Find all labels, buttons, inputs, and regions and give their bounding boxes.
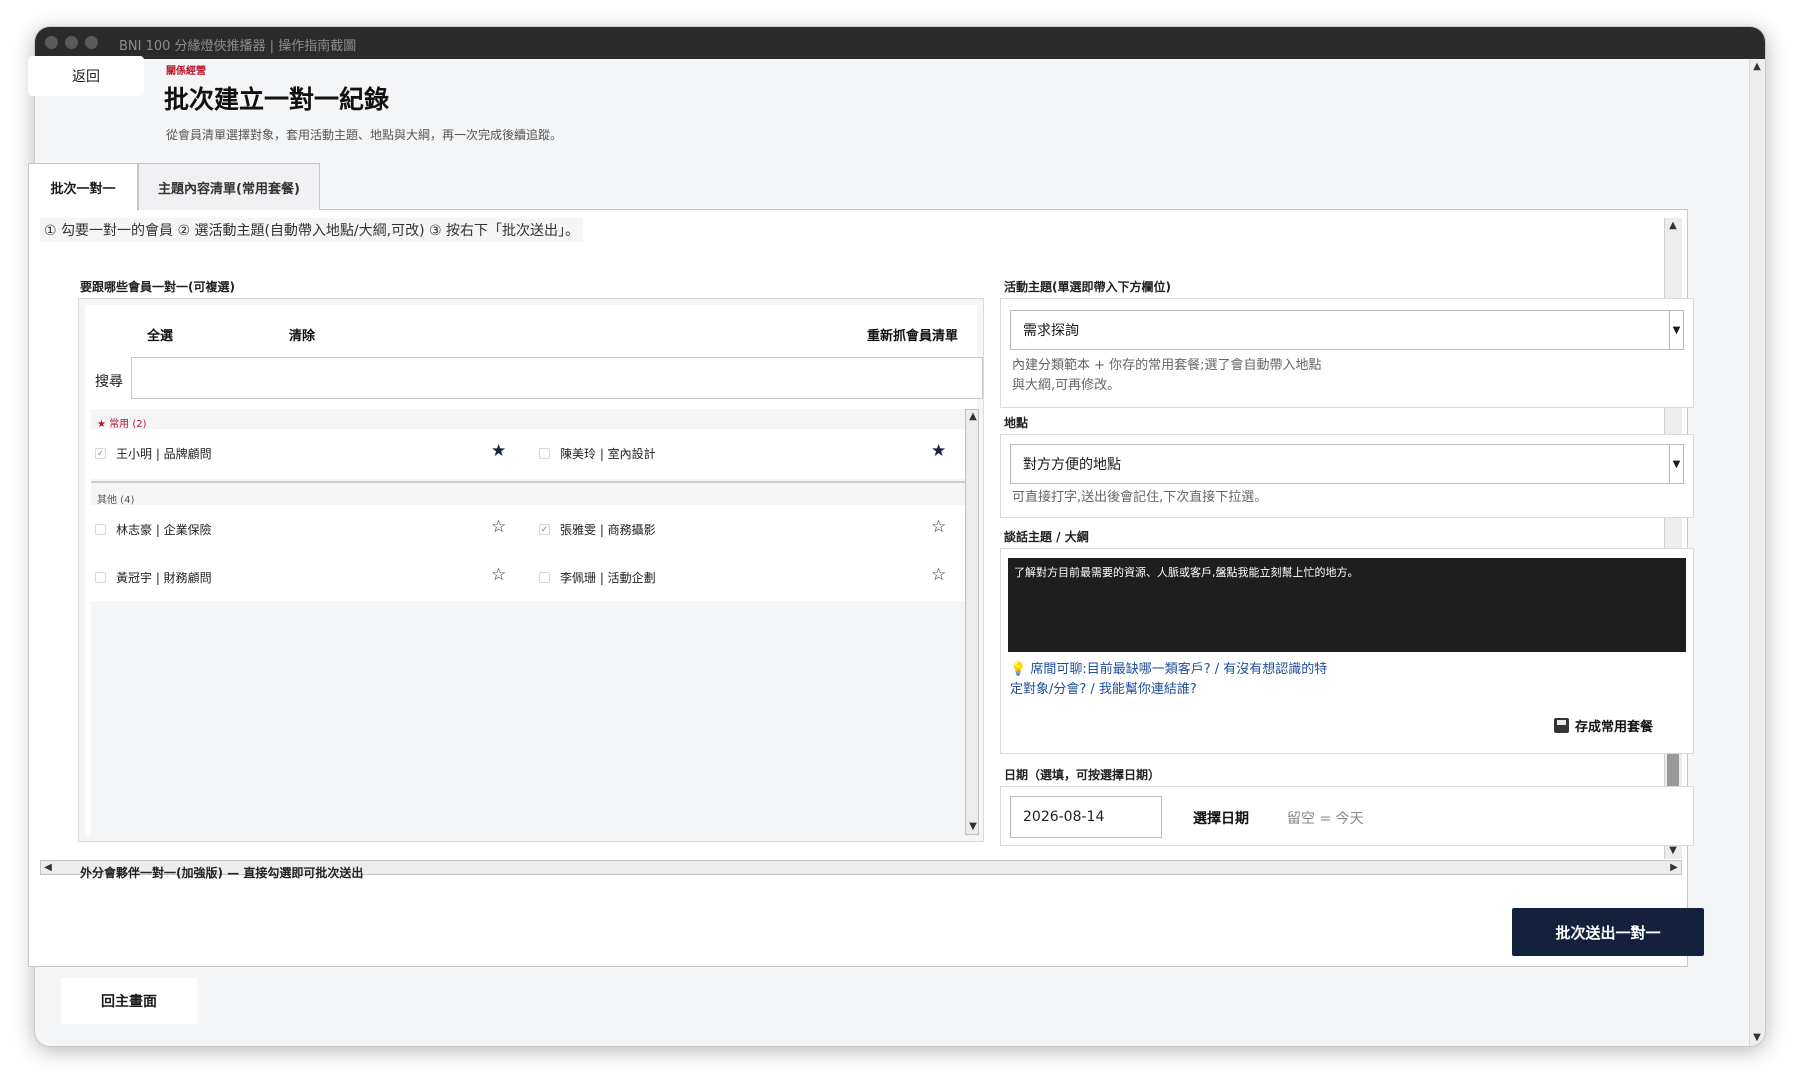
members-panel: 全選 清除 重新抓會員清單 搜尋 ★ 常用 (2) ✓ 王小明 | 品牌顧問 ★… [85, 305, 983, 835]
window-title: BNI 100 分緣燈俠推播器 | 操作指南截圖 [119, 39, 357, 54]
chevron-down-icon[interactable]: ▼ [1669, 311, 1683, 349]
scroll-down-icon[interactable]: ▼ [966, 821, 980, 833]
topic-section-label: 活動主題(單選即帶入下方欄位) [1004, 280, 1171, 294]
member-name: 黃冠宇 | 財務顧問 [116, 571, 212, 585]
topic-select[interactable]: 需求探詢 ▼ [1010, 310, 1684, 350]
outline-textarea[interactable]: 了解對方目前最需要的資源、人脈或客戶,盤點我能立刻幫上忙的地方。 [1008, 558, 1686, 652]
checkbox[interactable]: ✓ [539, 524, 550, 535]
outer-partners-label: 外分會夥伴一對一(加強版) — 直接勾選即可批次送出 [80, 866, 364, 880]
list-item[interactable]: 陳美玲 | 室內設計 [539, 445, 656, 462]
location-selected-value: 對方方便的地點 [1023, 457, 1121, 473]
home-button[interactable]: 回主畫面 [61, 978, 197, 1024]
others-rows: 林志豪 | 企業保險 ☆ ✓ 張雅雯 | 商務攝影 ☆ 黃冠宇 | 財務顧問 ☆… [91, 505, 969, 601]
star-filled-icon[interactable]: ★ [931, 441, 946, 461]
checkbox[interactable]: ✓ [95, 448, 106, 459]
checkbox[interactable] [95, 572, 106, 583]
scroll-up-icon[interactable]: ▲ [1750, 61, 1764, 73]
topic-hint: 內建分類範本 + 你存的常用套餐;選了會自動帶入地點與大綱,可再修改。 [1012, 358, 1322, 393]
date-input[interactable]: 2026-08-14 [1010, 796, 1162, 838]
list-item[interactable]: 黃冠宇 | 財務顧問 [95, 569, 212, 586]
search-label: 搜尋 [95, 374, 123, 390]
star-empty-icon[interactable]: ☆ [491, 517, 506, 537]
outline-section-label: 談話主題 / 大綱 [1004, 530, 1089, 544]
page-title: 批次建立一對一紀錄 [164, 85, 390, 114]
members-box: 全選 清除 重新抓會員清單 搜尋 ★ 常用 (2) ✓ 王小明 | 品牌顧問 ★… [78, 298, 984, 842]
save-combo-label: 存成常用套餐 [1575, 720, 1654, 735]
scroll-left-icon[interactable]: ◀ [41, 862, 55, 874]
tab-batch-one-on-one[interactable]: 批次一對一 [28, 163, 138, 211]
scroll-up-icon[interactable]: ▲ [1666, 220, 1680, 232]
scroll-right-icon[interactable]: ▶ [1667, 862, 1681, 874]
member-list: ★ 常用 (2) ✓ 王小明 | 品牌顧問 ★ 陳美玲 | 室內設計 ★ 其他 … [91, 409, 977, 835]
star-empty-icon[interactable]: ☆ [931, 565, 946, 585]
location-select[interactable]: 對方方便的地點 ▼ [1010, 444, 1684, 484]
back-button[interactable]: 返回 [28, 56, 144, 96]
checkbox[interactable] [539, 448, 550, 459]
talking-points-tip: 💡 席間可聊:目前最缺哪一類客戶? / 有沒有想認識的特定對象/分會? / 我能… [1010, 662, 1328, 697]
member-name: 林志豪 | 企業保險 [116, 523, 212, 537]
members-section-label: 要跟哪些會員一對一(可複選) [80, 280, 235, 294]
refresh-members-button[interactable]: 重新抓會員清單 [867, 325, 958, 344]
instructions: ① 勾要一對一的會員 ② 選活動主題(自動帶入地點/大綱,可改) ③ 按右下「批… [40, 218, 583, 242]
batch-submit-button[interactable]: 批次送出一對一 [1512, 908, 1704, 956]
save-combo-button[interactable]: 存成常用套餐 [1554, 716, 1653, 735]
member-name: 李佩珊 | 活動企劃 [560, 571, 656, 585]
member-name: 王小明 | 品牌顧問 [116, 447, 212, 461]
member-list-scrollbar[interactable]: ▲ ▼ [965, 409, 979, 835]
tab-topic-list[interactable]: 主題內容清單(常用套餐) [138, 163, 320, 210]
window-scrollbar[interactable]: ▲ ▼ [1749, 59, 1765, 1046]
topic-selected-value: 需求探詢 [1023, 323, 1079, 339]
scroll-down-icon[interactable]: ▼ [1666, 845, 1680, 857]
title-bar: BNI 100 分緣燈俠推播器 | 操作指南截圖 [35, 27, 1765, 59]
section-eyebrow: 關係經營 [166, 66, 206, 77]
pick-date-button[interactable]: 選擇日期 [1193, 808, 1249, 828]
star-empty-icon[interactable]: ☆ [491, 565, 506, 585]
search-input[interactable] [131, 357, 983, 399]
star-filled-icon[interactable]: ★ [491, 441, 506, 461]
checkbox[interactable] [95, 524, 106, 535]
scroll-up-icon[interactable]: ▲ [966, 411, 980, 423]
star-empty-icon[interactable]: ☆ [931, 517, 946, 537]
minimize-window-button[interactable] [65, 36, 78, 49]
member-name: 陳美玲 | 室內設計 [560, 447, 656, 461]
list-item[interactable]: 林志豪 | 企業保險 [95, 521, 212, 538]
date-section-label: 日期（選填，可按選擇日期） [1004, 768, 1161, 782]
location-hint: 可直接打字,送出後會記住,下次直接下拉選。 [1012, 490, 1268, 505]
page-subtitle: 從會員清單選擇對象，套用活動主題、地點與大綱，再一次完成後續追蹤。 [166, 128, 563, 142]
location-section-label: 地點 [1004, 416, 1029, 430]
zoom-window-button[interactable] [85, 36, 98, 49]
list-item[interactable]: ✓ 張雅雯 | 商務攝影 [539, 521, 656, 538]
select-all-button[interactable]: 全選 [147, 325, 173, 344]
favorites-rows: ✓ 王小明 | 品牌顧問 ★ 陳美玲 | 室內設計 ★ [91, 429, 969, 479]
close-window-button[interactable] [45, 36, 58, 49]
list-item[interactable]: 李佩珊 | 活動企劃 [539, 569, 656, 586]
date-empty-note: 留空 = 今天 [1287, 811, 1364, 827]
checkbox[interactable] [539, 572, 550, 583]
member-name: 張雅雯 | 商務攝影 [560, 523, 656, 537]
scroll-down-icon[interactable]: ▼ [1750, 1032, 1764, 1044]
list-item[interactable]: ✓ 王小明 | 品牌顧問 [95, 445, 212, 462]
floppy-disk-icon [1554, 718, 1569, 733]
group-divider [91, 481, 969, 483]
clear-button[interactable]: 清除 [289, 325, 315, 344]
chevron-down-icon[interactable]: ▼ [1669, 445, 1683, 483]
